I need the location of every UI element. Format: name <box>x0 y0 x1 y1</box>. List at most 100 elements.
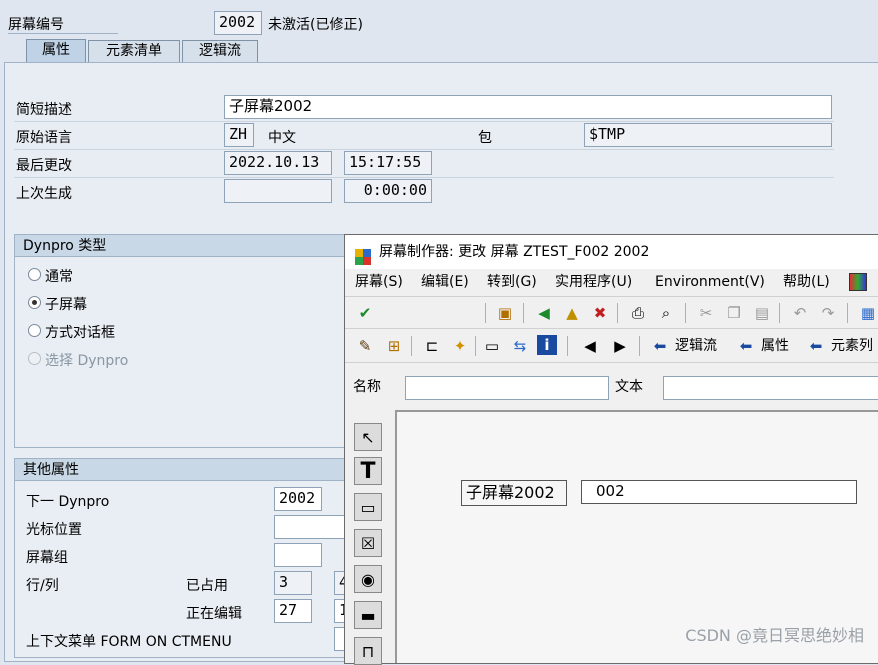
print-icon[interactable]: ⎙ <box>627 302 649 324</box>
watermark: CSDN @竟日冥思绝妙相 <box>685 626 864 645</box>
occupied-row-field: 3 <box>274 571 312 595</box>
paste-icon[interactable]: ▤ <box>751 302 773 324</box>
next-dynpro-input[interactable]: 2002 <box>274 487 322 511</box>
application-toolbar: ✎ ⊞ ⊏ ✦ ▭ ⇆ i ◀ ▶ ⬅ 逻辑流 ⬅ 属性 ⬅ 元素列 <box>345 328 878 363</box>
dynpro-type-title: Dynpro 类型 <box>15 235 353 257</box>
toolbar-separator <box>485 303 486 323</box>
pushbutton-tool-icon[interactable]: ▬ <box>354 601 382 629</box>
arrow-left-icon: ⬅ <box>739 337 753 355</box>
screen-group-label: 屏幕组 <box>26 550 68 566</box>
editing-row-input[interactable]: 27 <box>274 599 312 623</box>
radio-normal-label: 通常 <box>45 269 73 285</box>
short-desc-input[interactable]: 子屏幕2002 <box>224 95 832 119</box>
canvas-input-element[interactable]: 002 <box>581 480 857 504</box>
radio-tool-icon[interactable]: ◉ <box>354 565 382 593</box>
tabstrip-tool-icon[interactable]: ⊓ <box>354 637 382 665</box>
screen-number-field: 2002 <box>214 11 262 35</box>
cursor-pos-label: 光标位置 <box>26 522 82 538</box>
occupied-label: 已占用 <box>186 578 228 594</box>
arrow-left-icon: ⬅ <box>809 337 823 355</box>
next-icon[interactable]: ▶ <box>609 335 631 357</box>
last-changed-time-field: 15:17:55 <box>344 151 432 175</box>
undo-icon[interactable]: ↶ <box>789 302 811 324</box>
attributes-button[interactable]: 属性 <box>761 335 789 357</box>
arrow-left-icon: ⬅ <box>653 337 667 355</box>
package-label: 包 <box>478 130 492 146</box>
tab-attributes[interactable]: 属性 <box>26 39 86 63</box>
orig-lang-code-field: ZH <box>224 123 254 147</box>
row-divider <box>14 177 834 178</box>
row-divider <box>14 121 834 122</box>
radio-modal-dialog-label: 方式对话框 <box>45 325 115 341</box>
text-tool-icon[interactable]: T <box>354 457 382 485</box>
display-icon[interactable]: ▭ <box>481 335 503 357</box>
toolbar-separator <box>523 303 524 323</box>
standard-toolbar: ✔ ▣ ◀ ▲ ✖ ⎙ ⌕ ✂ ❐ ▤ ↶ ↷ ▦ <box>345 296 878 329</box>
network-icon[interactable]: ⇆ <box>509 335 531 357</box>
radio-subscreen[interactable] <box>28 296 41 309</box>
layout-icon[interactable]: ▦ <box>857 302 878 324</box>
toolbar-separator <box>685 303 686 323</box>
pointer-tool-icon[interactable]: ↖ <box>354 423 382 451</box>
painter-menubar: 屏幕(S) 编辑(E) 转到(G) 实用程序(U) Environment(V)… <box>345 269 878 296</box>
screen-number-label: 屏幕编号 <box>8 17 64 33</box>
toolbar-separator <box>475 336 476 356</box>
toolbar-separator <box>617 303 618 323</box>
light-icon[interactable]: ✦ <box>449 335 471 357</box>
flow-logic-button[interactable]: 逻辑流 <box>675 335 717 357</box>
copy-icon[interactable]: ❐ <box>723 302 745 324</box>
canvas-text-element[interactable]: 子屏幕2002 <box>461 480 567 506</box>
hierarchy-icon[interactable]: ⊏ <box>421 335 443 357</box>
element-icon[interactable]: ⊞ <box>383 335 405 357</box>
text-label: 文本 <box>615 379 643 395</box>
last-generated-date-field <box>224 179 332 203</box>
toolbar-separator <box>639 336 640 356</box>
cancel-icon[interactable]: ✖ <box>589 302 611 324</box>
tab-flow-logic[interactable]: 逻辑流 <box>182 40 258 62</box>
radio-subscreen-label: 子屏幕 <box>45 297 87 313</box>
menu-environment[interactable]: Environment(V) <box>655 269 765 296</box>
menu-utilities[interactable]: 实用程序(U) <box>555 269 632 296</box>
name-input[interactable] <box>405 376 609 400</box>
radio-selection-dynpro-label: 选择 Dynpro <box>45 353 129 369</box>
edit-pen-icon[interactable]: ✎ <box>354 335 376 357</box>
menu-screen[interactable]: 屏幕(S) <box>355 269 403 296</box>
save-icon[interactable]: ▣ <box>494 302 516 324</box>
tab-element-list[interactable]: 元素清单 <box>88 40 180 62</box>
editing-label: 正在编辑 <box>186 606 242 622</box>
name-text-bar: 名称 文本 <box>345 362 878 411</box>
painter-app-icon <box>355 244 371 265</box>
info-icon[interactable]: i <box>537 335 557 355</box>
status-text: 未激活(已修正) <box>268 17 363 33</box>
radio-modal-dialog[interactable] <box>28 324 41 337</box>
exit-icon[interactable]: ▲ <box>561 302 583 324</box>
package-field: $TMP <box>584 123 832 147</box>
back-icon[interactable]: ◀ <box>533 302 555 324</box>
text-input[interactable] <box>663 376 878 400</box>
menu-help[interactable]: 帮助(L) <box>783 269 830 296</box>
screen-group-input[interactable] <box>274 543 322 567</box>
cursor-pos-input[interactable] <box>274 515 354 539</box>
menu-edit[interactable]: 编辑(E) <box>421 269 469 296</box>
element-list-button[interactable]: 元素列 <box>831 335 873 357</box>
enter-icon[interactable]: ✔ <box>354 302 376 324</box>
menu-goto[interactable]: 转到(G) <box>487 269 537 296</box>
header-underline <box>8 33 118 34</box>
row-col-label: 行/列 <box>26 578 59 594</box>
toolbar-separator <box>567 336 568 356</box>
find-icon[interactable]: ⌕ <box>655 302 677 324</box>
input-field-tool-icon[interactable]: ▭ <box>354 493 382 521</box>
row-divider <box>14 149 834 150</box>
toolbar-separator <box>847 303 848 323</box>
prev-icon[interactable]: ◀ <box>579 335 601 357</box>
redo-icon[interactable]: ↷ <box>817 302 839 324</box>
radio-selection-dynpro <box>28 352 41 365</box>
cut-icon[interactable]: ✂ <box>695 302 717 324</box>
last-changed-date-field: 2022.10.13 <box>224 151 332 175</box>
painter-titlebar: 屏幕制作器: 更改 屏幕 ZTEST_F002 2002 <box>345 235 878 269</box>
orig-lang-name: 中文 <box>268 130 296 146</box>
checkbox-tool-icon[interactable]: ☒ <box>354 529 382 557</box>
radio-normal[interactable] <box>28 268 41 281</box>
layout-menu-icon[interactable] <box>849 273 867 291</box>
other-attributes-title: 其他属性 <box>15 459 353 481</box>
